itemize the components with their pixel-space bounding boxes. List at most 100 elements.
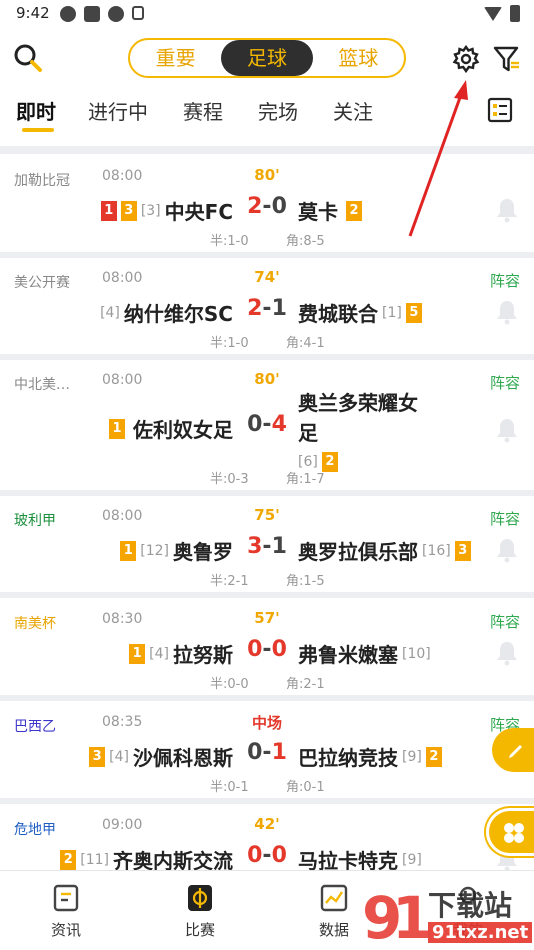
tab-following[interactable]: 关注 — [333, 96, 373, 125]
tab-schedule[interactable]: 赛程 — [183, 96, 223, 125]
home-rank: [3] — [140, 202, 161, 219]
match-row[interactable]: 加勒比冠 08:00 80' 13 [3] 中央FC 2-0 莫卡 2 半:1-… — [0, 156, 534, 258]
segment-important[interactable]: 重要 — [130, 40, 221, 76]
data-icon — [320, 884, 348, 912]
status-bar: 9:42 — [0, 0, 534, 28]
bell-icon[interactable] — [494, 416, 520, 444]
score-home: 3 — [247, 534, 263, 559]
away-team: 奥兰多荣耀女足 [6] 2 — [298, 388, 448, 472]
lineup-link[interactable]: 阵容 — [490, 372, 520, 393]
checklist-icon[interactable] — [486, 96, 514, 124]
away-team-name: 弗鲁米嫩塞 — [298, 643, 398, 667]
match-minute: 75' — [254, 506, 280, 524]
match-minute: 80' — [254, 370, 280, 388]
score-home: 2 — [247, 194, 263, 219]
score-away: 4 — [271, 412, 287, 437]
tab-in-progress[interactable]: 进行中 — [88, 96, 148, 125]
segment-football[interactable]: 足球 — [221, 40, 313, 76]
home-team: [4] 纳什维尔SC — [100, 298, 233, 327]
tab-finished[interactable]: 完场 — [258, 96, 298, 125]
match-minute: 80' — [254, 166, 280, 184]
away-rank: [1] — [382, 304, 402, 321]
match-row[interactable]: 南美杯 08:30 57' 阵容 1 [4] 拉努斯 0-0 弗鲁米嫩塞 [10… — [0, 599, 534, 701]
bell-icon[interactable] — [494, 196, 520, 224]
match-row[interactable]: 玻利甲 08:00 75' 阵容 1 [12] 奥鲁罗 3-1 奥罗拉俱乐部 [… — [0, 496, 534, 598]
away-rank: [16] — [422, 542, 451, 559]
score-away: 1 — [271, 534, 287, 559]
score: 2-1 — [247, 296, 287, 321]
home-team: 3 [4] 沙佩科恩斯 — [89, 742, 233, 771]
apps-button[interactable] — [486, 808, 534, 856]
away-team-name: 巴拉纳竞技 — [298, 746, 398, 770]
watermark: 9 1 下载站 91txz.net — [362, 878, 534, 950]
corner-count: 角:0-1 — [286, 780, 325, 795]
score-away: 1 — [271, 296, 287, 321]
away-team-name: 莫卡 — [298, 200, 338, 224]
divider — [0, 146, 534, 154]
score: 0-1 — [247, 740, 287, 765]
corner-count: 角:1-7 — [286, 472, 325, 487]
home-team-name: 中央FC — [164, 200, 233, 224]
nav-news-label: 资讯 — [50, 921, 81, 939]
wifi-icon — [484, 6, 502, 21]
lineup-link[interactable]: 阵容 — [490, 270, 520, 291]
home-badge: 2 — [60, 849, 77, 870]
home-badge: 3 — [89, 746, 106, 767]
match-minute: 中场 — [251, 714, 282, 732]
bell-icon[interactable] — [494, 639, 520, 667]
lineup-link[interactable]: 阵容 — [490, 611, 520, 632]
corner-count: 角:4-1 — [286, 336, 325, 351]
half-score: 半:0-1 — [210, 780, 249, 795]
nav-news[interactable]: 资讯 — [26, 879, 106, 940]
notification-icon — [60, 6, 76, 22]
news-icon — [53, 884, 79, 912]
gear-icon[interactable] — [451, 44, 481, 74]
status-notification-icons — [60, 6, 144, 22]
score-away: 0 — [271, 843, 287, 868]
home-rank: [4] — [149, 645, 169, 662]
bell-icon[interactable] — [494, 298, 520, 326]
away-rank: [9] — [402, 748, 422, 765]
bell-icon[interactable] — [494, 536, 520, 564]
match-icon — [188, 885, 212, 911]
match-row[interactable]: 中北美… 08:00 80' 阵容 1 佐利奴女足 0-4 奥兰多荣耀女足 [6… — [0, 360, 534, 496]
watermark-url: 91txz.net — [428, 922, 533, 943]
score-home: 0 — [247, 637, 263, 662]
nav-match[interactable]: 比赛 — [160, 879, 240, 940]
home-rank: [11] — [80, 851, 109, 868]
score: 0-0 — [247, 843, 287, 868]
match-row[interactable]: 美公开赛 08:00 74' 阵容 [4] 纳什维尔SC 2-1 费城联合 [1… — [0, 258, 534, 360]
match-row[interactable]: 巴西乙 08:35 中场 阵容 3 [4] 沙佩科恩斯 0-1 巴拉纳竞技 [9… — [0, 702, 534, 804]
segment-basketball[interactable]: 篮球 — [313, 40, 404, 76]
score-away: 1 — [271, 740, 287, 765]
home-team-name: 拉努斯 — [173, 643, 233, 667]
pencil-icon — [509, 745, 522, 758]
half-score: 半:2-1 — [210, 574, 249, 589]
score: 2-0 — [247, 194, 287, 219]
away-team-name: 奥兰多荣耀女足 — [298, 391, 418, 445]
away-team: 费城联合 [1] 5 — [298, 298, 422, 327]
edit-button[interactable] — [492, 728, 534, 772]
home-rank: [12] — [140, 542, 169, 559]
notification-icon — [108, 6, 124, 22]
search-icon[interactable] — [12, 42, 44, 74]
home-badge: 1 — [120, 540, 137, 561]
away-team: 奥罗拉俱乐部 [16] 3 — [298, 536, 471, 565]
battery-icon — [510, 5, 520, 22]
home-rank: [4] — [109, 748, 129, 765]
away-team: 巴拉纳竞技 [9] 2 — [298, 742, 442, 771]
filter-icon[interactable] — [492, 44, 522, 74]
score-away: 0 — [271, 194, 287, 219]
home-badge: 1 — [109, 418, 125, 439]
tab-live[interactable]: 即时 — [16, 96, 56, 125]
half-score: 半:0-0 — [210, 677, 249, 692]
away-badge: 2 — [346, 200, 362, 221]
lineup-link[interactable]: 阵容 — [490, 508, 520, 529]
home-rank: [4] — [100, 304, 120, 321]
home-badge: 1 — [129, 643, 146, 664]
half-score: 半:0-3 — [210, 472, 249, 487]
home-team: 13 [3] 中央FC — [100, 196, 233, 225]
home-badge: 3 — [120, 200, 137, 221]
away-badge: 2 — [425, 746, 442, 767]
home-team-name: 沙佩科恩斯 — [133, 746, 233, 770]
